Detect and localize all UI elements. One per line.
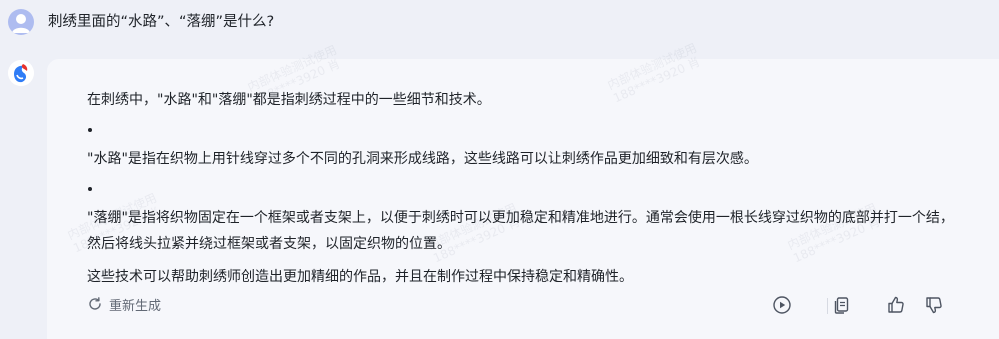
copy-button[interactable] [831,294,853,316]
divider [827,298,828,314]
user-message: 刺绣里面的“水路”、“落绷”是什么? [0,0,999,50]
play-icon [773,296,791,314]
bot-logo-icon [8,60,34,86]
like-button[interactable] [885,294,907,316]
play-audio-button[interactable] [771,294,793,316]
regenerate-label: 重新生成 [109,298,162,314]
user-question-text: 刺绣里面的“水路”、“落绷”是什么? [48,14,275,30]
answer-list-item: "水路"是指在织物上用针线穿过多个不同的孔洞来形成线路，这些线路可以让刺绣作品更… [87,151,758,167]
refresh-icon [89,297,101,310]
dislike-button[interactable] [923,294,945,316]
thumbs-down-icon [926,297,942,314]
answer-card: 内部体验测试使用 188****3920 肖 内部体验测试使用 188****3… [47,41,999,339]
copy-icon [834,297,849,314]
bullet-marker [88,187,92,191]
answer-intro: 在刺绣中，"水路"和"落绷"都是指刺绣过程中的一些细节和技术。 [87,92,491,108]
thumbs-up-icon [888,296,904,313]
answer-list-item: "落绷"是指将织物固定在一个框架或者支架上，以便于刺绣时可以更加稳定和精准地进行… [87,210,954,252]
answer-closing: 这些技术可以帮助刺绣师创造出更加精细的作品，并且在制作过程中保持稳定和精确性。 [87,269,633,285]
user-avatar-icon [8,9,34,35]
regenerate-button[interactable]: 重新生成 [87,295,162,314]
answer-content: 在刺绣中，"水路"和"落绷"都是指刺绣过程中的一些细节和技术。 "水路"是指在织… [87,87,967,289]
bullet-marker [88,128,92,132]
